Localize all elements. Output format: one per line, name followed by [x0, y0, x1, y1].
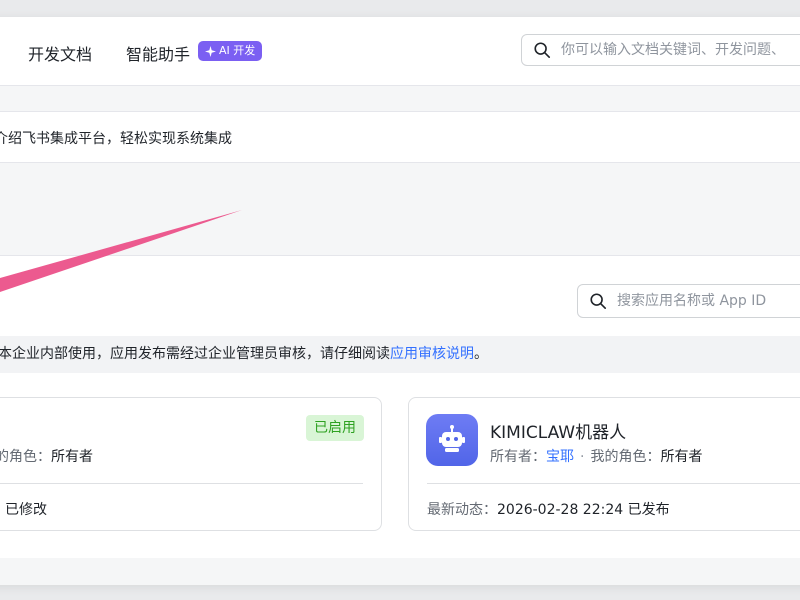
card-divider	[0, 483, 363, 484]
top-navigation-bar: 开发文档 智能助手 AI 开发	[0, 17, 800, 86]
role-label: 的角色：	[0, 449, 51, 465]
latest-activity: 已修改	[5, 502, 47, 518]
nav-dev-docs[interactable]: 开发文档	[28, 41, 92, 65]
docs-search-box[interactable]	[521, 34, 800, 66]
nav-ai-assistant[interactable]: 智能助手	[126, 41, 190, 65]
app-search-box[interactable]	[577, 284, 800, 318]
app-name[interactable]: KIMICLAW机器人	[490, 418, 626, 443]
review-notice: 本企业内部使用，应用发布需经过企业管理员审核，请仔细阅读应用审核说明。	[0, 336, 800, 373]
role-line: 的角色：所有者	[0, 446, 93, 466]
intro-banner: 介绍飞书集成平台，轻松实现系统集成	[0, 111, 800, 163]
role-value: 所有者	[51, 449, 93, 465]
intro-text: 介绍飞书集成平台，轻松实现系统集成	[0, 131, 232, 147]
app-avatar	[426, 414, 478, 466]
card-divider	[427, 483, 800, 484]
activity-value: 2026-02-28 22:24 已发布	[497, 502, 670, 518]
app-search-input[interactable]	[615, 292, 800, 310]
role-label: 我的角色：	[590, 449, 661, 465]
owner-name[interactable]: 宝耶	[546, 449, 574, 465]
status-badge: 已启用	[306, 415, 364, 441]
app-window: 开发文档 智能助手 AI 开发 介绍飞书集成平台，轻松实现系统集成	[0, 17, 800, 585]
owner-role-line: 所有者：宝耶 · 我的角色：所有者	[490, 446, 702, 466]
separator-dot: ·	[580, 449, 585, 465]
robot-icon	[439, 425, 465, 452]
search-icon	[534, 42, 551, 59]
role-value: 所有者	[660, 449, 703, 465]
sparkle-icon	[205, 45, 216, 57]
notice-end: 。	[474, 346, 488, 362]
apps-panel: 本企业内部使用，应用发布需经过企业管理员审核，请仔细阅读应用审核说明。 已启用 …	[0, 255, 800, 558]
activity-label: 最新动态：	[427, 502, 497, 518]
notice-text: 本企业内部使用，应用发布需经过企业管理员审核，请仔细阅读	[0, 346, 390, 362]
docs-search-input[interactable]	[559, 41, 800, 59]
latest-activity: 最新动态：2026-02-28 22:24 已发布	[427, 499, 670, 519]
search-icon	[590, 293, 607, 310]
app-card-kimiclaw[interactable]: KIMICLAW机器人 所有者：宝耶 · 我的角色：所有者 最新动态：2026-02…	[408, 397, 800, 531]
ai-badge-label: AI 开发	[219, 44, 256, 57]
ai-dev-badge[interactable]: AI 开发	[198, 41, 263, 61]
app-card[interactable]: 已启用 的角色：所有者 已修改	[0, 397, 382, 531]
review-guide-link[interactable]: 应用审核说明	[390, 346, 474, 362]
owner-label: 所有者：	[490, 449, 546, 465]
